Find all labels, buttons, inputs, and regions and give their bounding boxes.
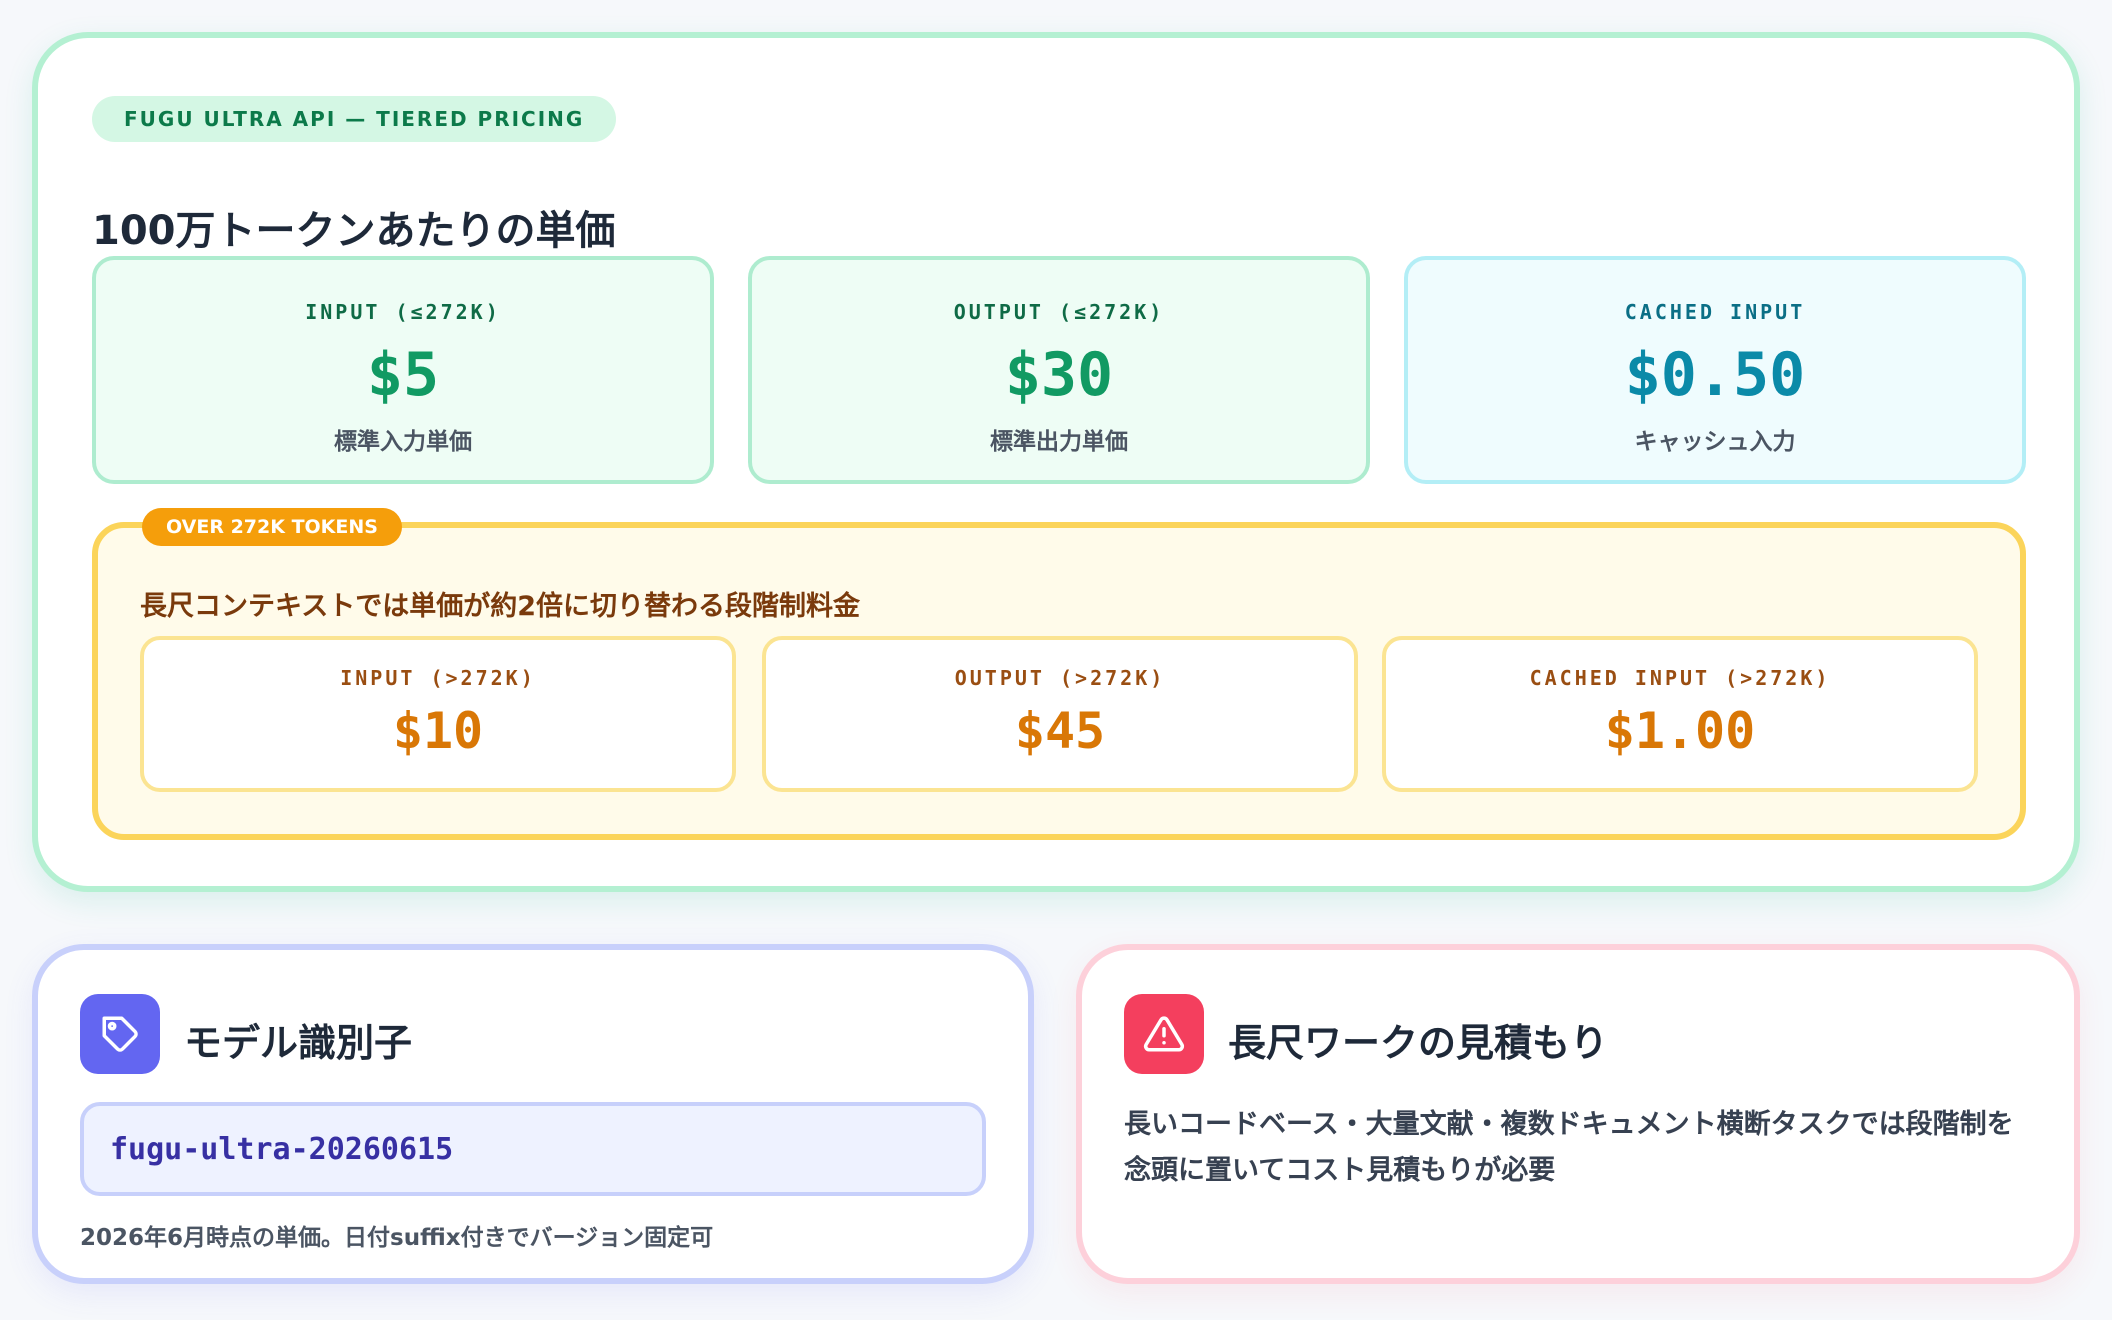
price-tile-caption: キャッシュ入力 — [1634, 429, 1796, 455]
model-identifier-card: モデル識別子 fugu-ultra-20260615 2026年6月時点の単価。… — [32, 944, 1034, 1284]
price-tile-caption: 標準入力単価 — [334, 429, 472, 455]
price-tile-label: INPUT (≤272K) — [305, 300, 501, 324]
long-context-tier-panel: OVER 272K TOKENS 長尺コンテキストでは単価が約2倍に切り替わる段… — [92, 508, 2026, 840]
tier-tile-label: INPUT (>272K) — [340, 666, 536, 690]
tier-description: 長尺コンテキストでは単価が約2倍に切り替わる段階制料金 — [140, 591, 860, 622]
tier-tile-input: INPUT (>272K) $10 — [140, 636, 736, 792]
pricing-card: FUGU ULTRA API — TIERED PRICING 100万トークン… — [32, 32, 2080, 892]
pricing-eyebrow-badge: FUGU ULTRA API — TIERED PRICING — [92, 96, 617, 142]
price-tile-label: OUTPUT (≤272K) — [953, 300, 1165, 324]
model-card-note: 2026年6月時点の単価。日付suffix付きでバージョン固定可 — [80, 1225, 714, 1251]
price-tile-input: INPUT (≤272K) $5 標準入力単価 — [92, 256, 714, 484]
tier-tile-label: CACHED INPUT (>272K) — [1529, 666, 1831, 690]
price-tile-cached-input: CACHED INPUT $0.50 キャッシュ入力 — [1404, 256, 2026, 484]
price-tile-caption: 標準出力単価 — [990, 429, 1128, 455]
model-card-title: モデル識別子 — [184, 1021, 413, 1065]
price-tile-value: $30 — [1004, 340, 1114, 410]
price-tile-value: $0.50 — [1624, 340, 1806, 410]
tier-tile-value: $1.00 — [1604, 702, 1756, 760]
tier-tile-label: OUTPUT (>272K) — [954, 666, 1166, 690]
price-tile-output: OUTPUT (≤272K) $30 標準出力単価 — [748, 256, 1370, 484]
long-work-estimate-card: 長尺ワークの見積もり 長いコードベース・大量文献・複数ドキュメント横断タスクでは… — [1076, 944, 2080, 1284]
price-tile-label: CACHED INPUT — [1624, 300, 1806, 324]
tier-tile-cached-input: CACHED INPUT (>272K) $1.00 — [1382, 636, 1978, 792]
tier-badge: OVER 272K TOKENS — [142, 508, 402, 546]
tier-tile-value: $45 — [1014, 702, 1106, 760]
tier-tile-output: OUTPUT (>272K) $45 — [762, 636, 1358, 792]
warn-card-title: 長尺ワークの見積もり — [1228, 1021, 1609, 1065]
tag-icon — [80, 994, 160, 1074]
pricing-title: 100万トークンあたりの単価 — [92, 208, 616, 254]
tier-tile-value: $10 — [392, 702, 484, 760]
warn-card-body: 長いコードベース・大量文献・複数ドキュメント横断タスクでは段階制を念頭に置いてコ… — [1124, 1109, 2014, 1186]
warning-triangle-icon — [1124, 994, 1204, 1074]
price-tile-value: $5 — [366, 340, 440, 410]
model-id-field[interactable]: fugu-ultra-20260615 — [80, 1102, 986, 1196]
